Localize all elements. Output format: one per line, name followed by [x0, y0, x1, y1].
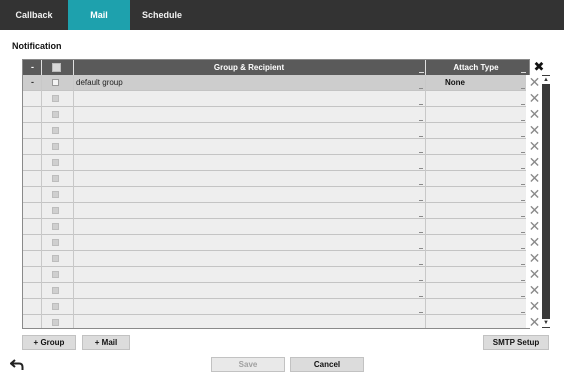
table-row[interactable]	[23, 139, 529, 155]
delete-row-icon[interactable]: ✕	[526, 138, 543, 154]
scroll-down-icon[interactable]: ▼	[542, 319, 550, 327]
tab-bar: Callback Mail Schedule	[0, 0, 564, 30]
row-checkbox[interactable]	[52, 111, 59, 118]
table-row[interactable]	[23, 251, 529, 267]
table-row[interactable]	[23, 235, 529, 251]
table-row[interactable]	[23, 187, 529, 203]
delete-row-icon[interactable]: ✕	[526, 186, 543, 202]
table-row[interactable]	[23, 283, 529, 299]
delete-row-icon[interactable]: ✕	[526, 74, 543, 90]
scroll-up-icon[interactable]: ▲	[542, 76, 550, 84]
smtp-setup-button[interactable]: SMTP Setup	[483, 335, 549, 350]
delete-row-icon[interactable]: ✕	[526, 282, 543, 298]
table-row[interactable]	[23, 123, 529, 139]
select-all-checkbox[interactable]	[52, 63, 61, 72]
row-checkbox[interactable]	[52, 319, 59, 326]
row-checkbox[interactable]	[52, 239, 59, 246]
row-checkbox[interactable]	[52, 287, 59, 294]
tab-schedule[interactable]: Schedule	[130, 0, 194, 30]
collapse-all-button[interactable]: -	[31, 60, 34, 75]
scrollbar[interactable]: ▲ ▼	[542, 75, 550, 328]
table-row[interactable]	[23, 91, 529, 107]
delete-all-icon[interactable]: ✖	[530, 59, 548, 74]
delete-row-icon[interactable]: ✕	[526, 154, 543, 170]
row-checkbox[interactable]	[52, 191, 59, 198]
delete-row-icon[interactable]: ✕	[526, 170, 543, 186]
row-checkbox[interactable]	[52, 303, 59, 310]
table-row[interactable]	[23, 203, 529, 219]
delete-row-icon[interactable]: ✕	[526, 122, 543, 138]
delete-row-icon[interactable]: ✕	[526, 202, 543, 218]
delete-row-icon[interactable]: ✕	[526, 250, 543, 266]
table-row[interactable]	[23, 299, 529, 315]
page-title: Notification	[12, 41, 62, 51]
row-checkbox[interactable]	[52, 143, 59, 150]
delete-row-icon[interactable]: ✕	[526, 314, 543, 330]
row-checkbox[interactable]	[52, 271, 59, 278]
save-button[interactable]: Save	[211, 357, 285, 372]
row-expander[interactable]: -	[31, 75, 34, 90]
table-row[interactable]	[23, 171, 529, 187]
row-recipient: default group	[76, 78, 123, 87]
back-arrow-icon[interactable]	[10, 359, 24, 371]
row-checkbox[interactable]	[52, 223, 59, 230]
add-group-button[interactable]: + Group	[22, 335, 76, 350]
delete-row-icon[interactable]: ✕	[526, 234, 543, 250]
cancel-button[interactable]: Cancel	[290, 357, 364, 372]
delete-row-icon[interactable]: ✕	[526, 218, 543, 234]
column-attach-type[interactable]: Attach Type	[426, 60, 526, 75]
row-checkbox[interactable]	[52, 79, 59, 86]
column-group-recipient[interactable]: Group & Recipient	[74, 60, 424, 75]
delete-row-icon[interactable]: ✕	[526, 266, 543, 282]
tab-callback[interactable]: Callback	[0, 0, 68, 30]
table-row[interactable]	[23, 315, 529, 328]
table-row[interactable]	[23, 155, 529, 171]
delete-row-icon[interactable]: ✕	[526, 90, 543, 106]
tab-mail[interactable]: Mail	[68, 0, 130, 30]
row-checkbox[interactable]	[52, 175, 59, 182]
delete-row-icon[interactable]: ✕	[526, 106, 543, 122]
row-checkbox[interactable]	[52, 159, 59, 166]
delete-row-icon[interactable]: ✕	[526, 298, 543, 314]
table-row[interactable]	[23, 107, 529, 123]
row-checkbox[interactable]	[52, 255, 59, 262]
row-checkbox[interactable]	[52, 207, 59, 214]
delete-column: ✕ ✕ ✕ ✕ ✕ ✕ ✕ ✕ ✕ ✕ ✕ ✕ ✕ ✕ ✕ ✕	[526, 74, 543, 330]
recipient-table: - Group & Recipient Attach Type - default…	[22, 59, 530, 329]
table-row[interactable]	[23, 267, 529, 283]
add-mail-button[interactable]: + Mail	[82, 335, 130, 350]
row-attach-type[interactable]: None	[445, 75, 465, 91]
row-checkbox[interactable]	[52, 127, 59, 134]
table-row[interactable]: - default group None	[23, 75, 529, 91]
table-row[interactable]	[23, 219, 529, 235]
row-checkbox[interactable]	[52, 95, 59, 102]
